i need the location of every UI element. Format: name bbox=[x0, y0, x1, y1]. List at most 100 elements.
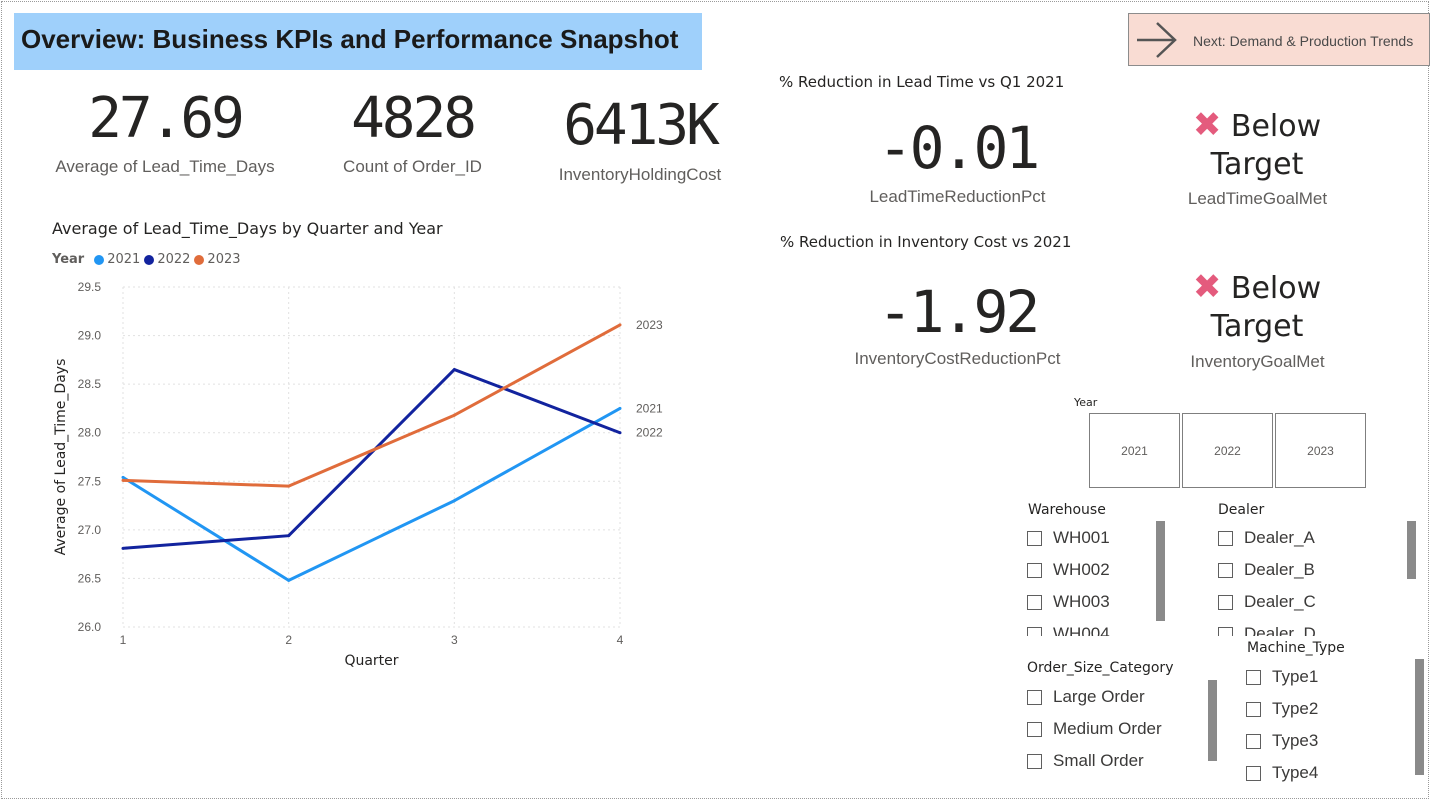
inventory-reduction-label: InventoryCostReductionPct bbox=[854, 349, 1061, 368]
data-point-2021 bbox=[287, 578, 291, 582]
series-line-2022 bbox=[122, 368, 621, 550]
dealer-scrollbar[interactable] bbox=[1407, 521, 1416, 579]
warehouse-scrollbar[interactable] bbox=[1156, 521, 1165, 621]
order-size-slicer-list: Large Order Medium Order Small Order bbox=[1027, 681, 1202, 781]
checkbox[interactable] bbox=[1027, 753, 1042, 769]
chart-title: Average of Lead_Time_Days by Quarter and… bbox=[52, 219, 443, 238]
warehouse-option[interactable]: WH004 bbox=[1027, 618, 1152, 636]
data-point-2022 bbox=[452, 368, 456, 372]
year-tile-2023[interactable]: 2023 bbox=[1275, 413, 1366, 488]
kpi-order-count-label: Count of Order_ID bbox=[343, 157, 482, 176]
kpi-holding-cost-value: 6413K bbox=[563, 93, 720, 158]
warehouse-slicer-list: WH001 WH002 WH003 WH004 bbox=[1027, 522, 1152, 636]
checkbox[interactable] bbox=[1027, 626, 1042, 636]
legend-item-2021[interactable]: 2021 bbox=[107, 252, 140, 267]
next-page-label: Next: Demand & Production Trends bbox=[1193, 33, 1414, 49]
checkbox[interactable] bbox=[1246, 733, 1261, 749]
data-point-2022 bbox=[618, 431, 622, 435]
data-point-2021 bbox=[121, 475, 125, 479]
lead-time-reduction-value: -0.01 bbox=[877, 114, 1041, 182]
data-point-2023 bbox=[452, 413, 456, 417]
year-tile-2021[interactable]: 2021 bbox=[1089, 413, 1180, 488]
x-tick-label: 2 bbox=[285, 633, 292, 647]
inventory-goal-text-line1: Below bbox=[1230, 271, 1322, 306]
machine-type-option[interactable]: Type4 bbox=[1246, 757, 1396, 789]
page-title: Overview: Business KPIs and Performance … bbox=[21, 24, 679, 54]
y-tick-label: 26.5 bbox=[78, 571, 102, 585]
lead-time-reduction-label: LeadTimeReductionPct bbox=[869, 187, 1046, 206]
order-size-option[interactable]: Large Order bbox=[1027, 681, 1202, 713]
y-axis-title: Average of Lead_Time_Days bbox=[53, 359, 69, 556]
dealer-option[interactable]: Dealer_A bbox=[1218, 522, 1378, 554]
option-label: Type4 bbox=[1272, 763, 1319, 782]
kpi-order-count-value: 4828 bbox=[351, 86, 477, 151]
option-label: Large Order bbox=[1053, 687, 1145, 706]
checkbox[interactable] bbox=[1246, 765, 1261, 781]
machine-type-option[interactable]: Type3 bbox=[1246, 725, 1396, 757]
warehouse-option[interactable]: WH003 bbox=[1027, 586, 1152, 618]
option-label: Dealer_B bbox=[1244, 560, 1315, 579]
option-label: Dealer_D bbox=[1244, 624, 1316, 636]
legend-item-2023[interactable]: 2023 bbox=[207, 252, 240, 267]
legend-marker-2022 bbox=[144, 254, 155, 265]
x-axis-title: Quarter bbox=[344, 653, 398, 669]
order-size-option[interactable]: Small Order bbox=[1027, 745, 1202, 777]
checkbox[interactable] bbox=[1218, 562, 1233, 578]
cross-mark-icon: ✖ bbox=[1192, 267, 1222, 307]
next-page-button[interactable]: Next: Demand & Production Trends bbox=[1128, 13, 1430, 66]
checkbox[interactable] bbox=[1027, 721, 1042, 737]
lead-time-goal-text-line1: Below bbox=[1230, 109, 1322, 144]
data-point-2023 bbox=[618, 323, 622, 327]
dealer-option[interactable]: Dealer_C bbox=[1218, 586, 1378, 618]
machine-type-slicer-title: Machine_Type bbox=[1247, 640, 1345, 656]
machine-type-slicer-list: Type1 Type2 Type3 Type4 bbox=[1246, 661, 1396, 791]
checkbox[interactable] bbox=[1027, 689, 1042, 705]
checkbox[interactable] bbox=[1027, 562, 1042, 578]
checkbox[interactable] bbox=[1246, 701, 1261, 717]
series-end-label-2021: 2021 bbox=[636, 401, 663, 415]
warehouse-option[interactable]: WH002 bbox=[1027, 554, 1152, 586]
checkbox[interactable] bbox=[1246, 669, 1261, 685]
checkbox[interactable] bbox=[1218, 530, 1233, 546]
option-label: Small Order bbox=[1053, 751, 1144, 770]
machine-type-scrollbar[interactable] bbox=[1415, 659, 1424, 775]
legend-item-2022[interactable]: 2022 bbox=[157, 252, 190, 267]
checkbox[interactable] bbox=[1027, 530, 1042, 546]
option-label: Type1 bbox=[1272, 667, 1319, 686]
y-tick-label: 29.0 bbox=[78, 329, 102, 343]
warehouse-option[interactable]: WH001 bbox=[1027, 522, 1152, 554]
lead-time-goal-status: ✖ Below Target bbox=[1162, 106, 1352, 184]
y-tick-label: 28.5 bbox=[78, 377, 102, 391]
warehouse-slicer-title: Warehouse bbox=[1028, 502, 1106, 518]
year-tile-2022[interactable]: 2022 bbox=[1182, 413, 1273, 488]
inventory-goal-text-line2: Target bbox=[1210, 309, 1304, 344]
legend-marker-2023 bbox=[194, 254, 205, 265]
checkbox[interactable] bbox=[1218, 594, 1233, 610]
order-size-scrollbar[interactable] bbox=[1208, 680, 1217, 761]
inventory-goal-label: InventoryGoalMet bbox=[1190, 352, 1325, 371]
data-point-2023 bbox=[121, 478, 125, 482]
machine-type-option[interactable]: Type2 bbox=[1246, 693, 1396, 725]
dealer-option[interactable]: Dealer_D bbox=[1218, 618, 1378, 636]
data-point-2021 bbox=[618, 406, 622, 410]
option-label: Medium Order bbox=[1053, 719, 1162, 738]
kpi-lead-time-value: 27.69 bbox=[88, 86, 245, 151]
y-tick-label: 27.5 bbox=[78, 474, 102, 488]
y-tick-label: 29.5 bbox=[78, 280, 102, 294]
option-label: Type2 bbox=[1272, 699, 1319, 718]
dealer-option[interactable]: Dealer_B bbox=[1218, 554, 1378, 586]
order-size-option[interactable]: Medium Order bbox=[1027, 713, 1202, 745]
dealer-slicer-title: Dealer bbox=[1218, 502, 1265, 518]
legend-title: Year bbox=[52, 252, 85, 267]
x-tick-label: 4 bbox=[617, 633, 624, 647]
checkbox[interactable] bbox=[1027, 594, 1042, 610]
option-label: Dealer_A bbox=[1244, 528, 1315, 547]
y-tick-label: 28.0 bbox=[78, 426, 102, 440]
page-title-banner: Overview: Business KPIs and Performance … bbox=[14, 13, 702, 70]
series-end-label-2022: 2022 bbox=[636, 426, 663, 440]
machine-type-option[interactable]: Type1 bbox=[1246, 661, 1396, 693]
checkbox[interactable] bbox=[1218, 626, 1233, 636]
option-label: WH001 bbox=[1053, 528, 1110, 547]
option-label: Type3 bbox=[1272, 731, 1319, 750]
data-point-2023 bbox=[287, 484, 291, 488]
